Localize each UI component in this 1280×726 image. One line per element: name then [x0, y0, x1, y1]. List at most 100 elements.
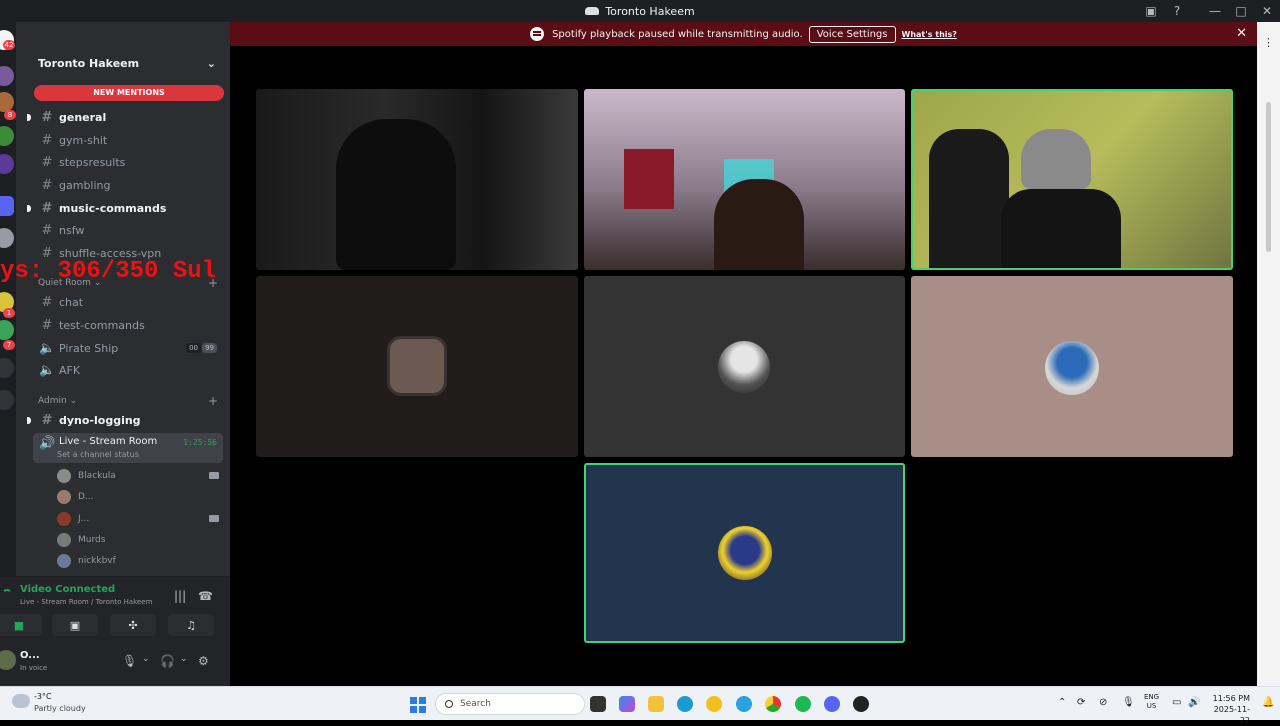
voice-member[interactable]: nickkbvf [57, 551, 223, 571]
voice-member[interactable]: Murds [57, 530, 223, 550]
server-header[interactable]: Toronto Hakeem ⌄ [16, 50, 230, 76]
server-icon[interactable] [0, 126, 14, 146]
speaker-icon: 🔈 [39, 362, 56, 378]
channel-dyno-logging[interactable]: # dyno-logging [27, 410, 223, 430]
unread-badge: 7 [3, 340, 15, 350]
voice-member[interactable]: Blackula [57, 466, 223, 486]
folder-icon[interactable] [0, 196, 14, 216]
video-tile[interactable] [256, 276, 578, 457]
voice-member[interactable]: J... [57, 509, 223, 529]
close-button[interactable]: ✕ [1254, 4, 1280, 18]
voice-status-subtitle[interactable]: Live - Stream Room / Toronto Hakeem [20, 598, 152, 606]
chevron-down-icon: ⌄ [206, 56, 216, 70]
channel-nsfw[interactable]: # nsfw [33, 220, 223, 240]
discord-taskbar-icon[interactable] [824, 696, 840, 712]
stream-overlay-text: ys: 306/350 Sul [0, 258, 217, 285]
channel-status[interactable]: Set a channel status [57, 450, 139, 459]
channel-gym-shit[interactable]: # gym-shit [33, 130, 223, 150]
gear-icon[interactable]: ⚙ [198, 654, 209, 668]
telegram-icon[interactable] [736, 696, 752, 712]
file-explorer-icon[interactable] [648, 696, 664, 712]
voice-channel-afk[interactable]: 🔈 AFK [33, 360, 223, 380]
system-clock[interactable]: 11:56 PM 2025-11-22 [1206, 693, 1250, 726]
discover-icon[interactable] [0, 390, 14, 410]
video-tile[interactable] [911, 276, 1233, 457]
video-tile[interactable] [911, 89, 1233, 270]
voice-status-title[interactable]: Video Connected [20, 584, 115, 595]
new-mentions-button[interactable]: NEW MENTIONS [34, 85, 224, 101]
video-tile[interactable] [584, 463, 905, 643]
scrollbar[interactable] [1266, 102, 1271, 252]
channel-music-commands[interactable]: # music-commands [27, 198, 223, 218]
add-server-icon[interactable] [0, 358, 14, 378]
hash-icon: # [41, 154, 53, 170]
task-view-icon[interactable] [590, 696, 606, 712]
hash-icon: # [41, 412, 53, 428]
network-off-icon[interactable]: ⊘ [1099, 697, 1107, 708]
server-icon[interactable] [0, 66, 14, 86]
channel-test-commands[interactable]: # test-commands [33, 315, 223, 335]
video-tile[interactable] [256, 89, 578, 270]
avatar [57, 469, 71, 483]
chevron-up-icon[interactable]: ⌃ [1058, 697, 1066, 708]
mic-tray-icon[interactable]: 🎙 [1122, 697, 1135, 708]
spotify-taskbar-icon[interactable] [795, 696, 811, 712]
weather-cloud-icon[interactable] [12, 694, 30, 708]
chevron-down-icon[interactable]: ⌄ [142, 654, 150, 664]
avatar [57, 512, 71, 526]
server-icon[interactable] [0, 92, 14, 112]
voice-settings-button[interactable]: Voice Settings [808, 25, 896, 43]
video-tile[interactable] [584, 276, 905, 457]
add-channel-icon[interactable]: + [208, 394, 218, 408]
voice-channel-pirate-ship[interactable]: 🔈 Pirate Ship 00 99 [33, 338, 223, 358]
banner-close-icon[interactable]: ✕ [1236, 26, 1247, 41]
taskbar-search[interactable]: Search [435, 693, 585, 715]
microphone-icon[interactable]: 🎙 [122, 654, 137, 668]
soundboard-button[interactable]: ♫ [168, 614, 214, 636]
display-icon[interactable]: ▭ [1172, 697, 1181, 708]
minimize-button[interactable]: — [1202, 4, 1228, 18]
disconnect-icon[interactable]: ☎ [198, 589, 213, 603]
app-icon[interactable] [706, 696, 722, 712]
server-icon[interactable] [0, 154, 14, 174]
language-indicator[interactable]: ENG US [1144, 693, 1159, 711]
channel-chat[interactable]: # chat [33, 292, 223, 312]
help-icon[interactable]: ? [1164, 4, 1190, 18]
chrome-icon[interactable] [765, 696, 781, 712]
voice-channel-live-stream-room[interactable]: 🔊 Live - Stream Room 1:25:56 Set a chann… [33, 433, 223, 463]
call-timer: 1:25:56 [183, 438, 217, 447]
maximize-button[interactable]: □ [1228, 4, 1254, 18]
camera-button[interactable]: ■ [0, 614, 42, 636]
channel-stepsresults[interactable]: # stepsresults [33, 152, 223, 172]
share-screen-button[interactable]: ▣ [52, 614, 98, 636]
activities-button[interactable]: ✣ [110, 614, 156, 636]
chevron-down-icon[interactable]: ⌄ [180, 654, 188, 664]
volume-icon[interactable]: 🔊 [1188, 697, 1200, 708]
user-name[interactable]: O... [20, 650, 40, 661]
copilot-icon[interactable] [619, 696, 635, 712]
obs-icon[interactable] [853, 696, 869, 712]
server-icon[interactable] [0, 228, 14, 248]
more-options-icon[interactable]: ⋮ [1263, 36, 1274, 49]
headphones-icon[interactable]: 🎧 [160, 654, 175, 668]
channel-gambling[interactable]: # gambling [33, 175, 223, 195]
inbox-icon[interactable]: ▣ [1138, 4, 1164, 18]
search-icon [445, 700, 453, 708]
user-limit-badge: 99 [202, 343, 217, 353]
noise-suppression-icon[interactable]: ||| [174, 589, 186, 603]
whats-this-link[interactable]: What's this? [902, 30, 957, 39]
voice-member[interactable]: D... [57, 487, 223, 507]
channel-general[interactable]: # general [27, 107, 223, 127]
weather-temp[interactable]: -3°C [34, 692, 52, 701]
user-avatar[interactable] [0, 650, 16, 670]
notification-bell-icon[interactable]: 🔔 [1262, 697, 1274, 708]
start-button[interactable] [410, 697, 426, 713]
server-icon[interactable] [0, 320, 14, 340]
sync-icon[interactable]: ⟳ [1077, 697, 1085, 708]
weather-desc[interactable]: Partly cloudy [34, 704, 86, 713]
avatar [57, 533, 71, 547]
category-admin[interactable]: Admin ⌄ [38, 396, 77, 406]
edge-icon[interactable] [677, 696, 693, 712]
avatar [1045, 341, 1099, 395]
video-tile[interactable] [584, 89, 905, 270]
